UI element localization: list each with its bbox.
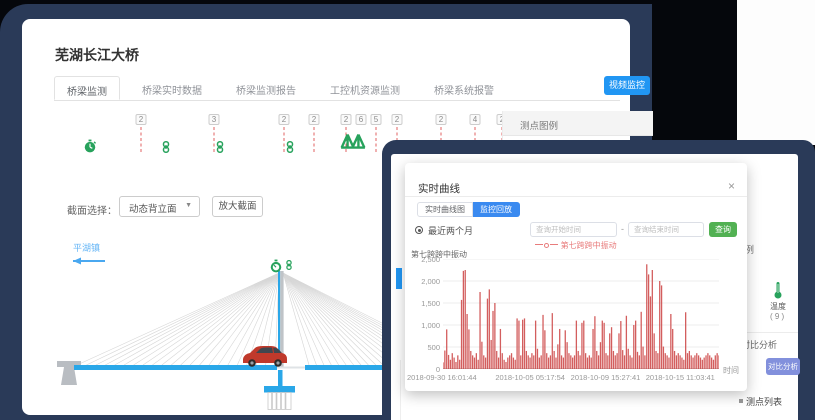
enlarge-section-button[interactable]: 放大截面: [212, 196, 263, 217]
link-icon: [287, 261, 291, 270]
x-tick-label: 2018-10-15 11:03:41: [646, 373, 715, 382]
partial-blue-element: [396, 268, 402, 289]
bridge-icon[interactable]: [340, 127, 366, 153]
modal-tab-bar: 实时曲线图监控回放: [417, 202, 520, 217]
tab-3[interactable]: 工控机资源监测: [318, 76, 412, 100]
y-tick-label: 500: [410, 343, 440, 352]
y-tick-label: 1,500: [410, 299, 440, 308]
sensor-count-badge: 2: [309, 114, 320, 125]
recent-two-months-label: 最近两个月: [428, 224, 473, 237]
y-tick-label: 1,000: [410, 321, 440, 330]
close-icon[interactable]: ×: [728, 179, 735, 193]
legend-circle-icon: [544, 243, 549, 248]
sensor-count-badge: 2: [392, 114, 403, 125]
sensor-dash-line: [314, 127, 315, 152]
compare-analysis-button[interactable]: 对比分析: [766, 358, 800, 375]
gauge-icon: [271, 260, 282, 273]
sensor-count-badge: 2: [279, 114, 290, 125]
legend-panel-title: 测点图例: [520, 118, 558, 132]
section-select-value: 动态背立面: [129, 201, 177, 215]
sensor-count-badge: 5: [371, 114, 382, 125]
modal-tab-1[interactable]: 监控回放: [473, 202, 520, 217]
x-tick-label: 2018-10-05 05:17:54: [495, 373, 565, 382]
location-label: 平湖镇: [73, 241, 100, 254]
legend-label: 第七跨跨中振动: [561, 241, 617, 250]
sensor-count-badge: 3: [209, 114, 220, 125]
link-icon[interactable]: [214, 141, 226, 153]
main-tab-bar: 桥梁监测桥梁实时数据桥梁监测报告工控机资源监测桥梁系统报警: [54, 76, 620, 101]
sensor-count-badge: 2: [436, 114, 447, 125]
sensor-dash-line: [141, 127, 142, 152]
sensor-dash-line: [376, 127, 377, 152]
sensor-count-badge: 2: [341, 114, 352, 125]
y-tick-label: 2,500: [410, 255, 440, 264]
tab-2[interactable]: 桥梁监测报告: [224, 76, 308, 100]
thermometer-icon: [772, 281, 784, 299]
section-select-dropdown[interactable]: 动态背立面 ▼: [119, 196, 200, 217]
sensor-count-badge: 2: [136, 114, 147, 125]
video-monitor-button[interactable]: 视频监控: [604, 76, 650, 95]
section-select-label: 截面选择：: [67, 202, 117, 217]
tab-0[interactable]: 桥梁监测: [54, 76, 120, 100]
stopwatch-icon[interactable]: [83, 139, 97, 153]
realtime-curve-modal: 实时曲线 × 实时曲线图监控回放 最近两个月 - 查询 第七跨跨中振动 第七跨跨…: [405, 163, 747, 391]
link-icon[interactable]: [284, 141, 296, 153]
sensor-count-badge: 4: [470, 114, 481, 125]
page-title: 芜湖长江大桥: [55, 45, 139, 65]
link-icon[interactable]: [160, 141, 172, 153]
chevron-down-icon: ▼: [185, 202, 192, 209]
partial-grid-line: [400, 360, 401, 420]
point-list-label: 测点列表: [746, 395, 782, 408]
list-bullet: [739, 399, 743, 403]
temperature-count: ( 9 ): [770, 312, 784, 321]
x-tick-label: 2018-10-09 15:27:41: [571, 373, 641, 382]
sensor-count-badge: 6: [356, 114, 367, 125]
left-pier: [57, 361, 81, 385]
screenshot-root: 芜湖长江大桥 桥梁监测桥梁实时数据桥梁监测报告工控机资源监测桥梁系统报警 视频监…: [0, 0, 815, 420]
chart-x-axis-name: 时间: [723, 365, 739, 376]
y-tick-label: 2,000: [410, 277, 440, 286]
query-end-time-input[interactable]: [628, 222, 704, 237]
query-button[interactable]: 查询: [709, 222, 737, 237]
temperature-label: 温度: [770, 301, 786, 312]
modal-title: 实时曲线: [418, 181, 460, 196]
legend-line: [535, 244, 543, 245]
vibration-chart: [443, 259, 719, 369]
legend-line: [550, 244, 558, 245]
background-window-fragment: [737, 0, 815, 145]
west-arrow-icon: [73, 258, 105, 265]
tab-1[interactable]: 桥梁实时数据: [130, 76, 214, 100]
divider: [405, 196, 747, 197]
x-tick-label: 2018-09-30 16:01:44: [407, 373, 477, 382]
time-range-separator: -: [621, 224, 624, 234]
tab-4[interactable]: 桥梁系统报警: [422, 76, 506, 100]
recent-two-months-radio[interactable]: [415, 226, 423, 234]
modal-tab-0[interactable]: 实时曲线图: [417, 202, 473, 217]
query-start-time-input[interactable]: [530, 222, 617, 237]
